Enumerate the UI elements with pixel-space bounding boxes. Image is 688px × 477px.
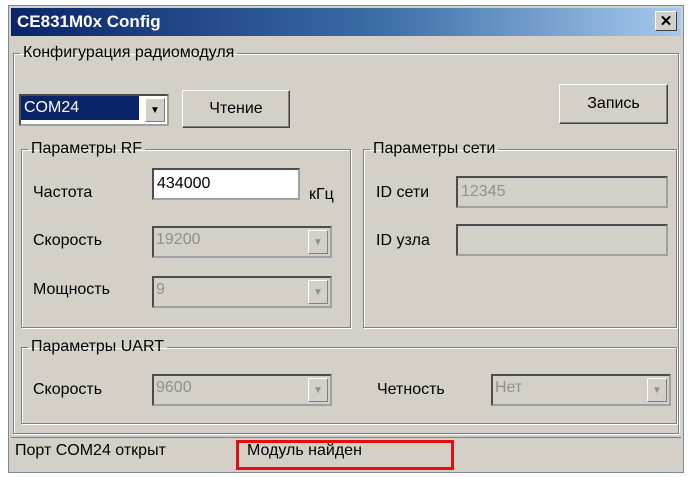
- rf-params-legend: Параметры RF: [31, 140, 143, 157]
- network-params-legend: Параметры сети: [373, 140, 496, 157]
- chevron-down-icon: ▼: [647, 378, 667, 402]
- title-bar[interactable]: CE831M0x Config ✕: [11, 8, 681, 36]
- uart-params-legend: Параметры UART: [31, 338, 164, 355]
- parity-select: Нет ▼: [491, 374, 671, 406]
- power-label: Мощность: [33, 281, 110, 298]
- node-id-label: ID узла: [376, 232, 430, 249]
- write-button[interactable]: Запись: [559, 84, 668, 124]
- chevron-down-icon[interactable]: ▼: [145, 98, 165, 122]
- rf-speed-select: 19200 ▼: [152, 226, 332, 258]
- node-id-input: [456, 224, 668, 256]
- chevron-down-icon: ▼: [308, 378, 328, 402]
- frequency-label: Частота: [33, 184, 93, 201]
- rf-speed-label: Скорость: [33, 232, 103, 249]
- radio-config-legend: Конфигурация радиомодуля: [23, 44, 235, 61]
- power-value: 9: [156, 281, 165, 298]
- uart-speed-label: Скорость: [33, 381, 103, 398]
- status-highlight-box: [236, 440, 454, 470]
- config-window: CE831M0x Config ✕ Конфигурация радиомоду…: [8, 5, 684, 473]
- chevron-down-icon: ▼: [308, 280, 328, 304]
- close-button[interactable]: ✕: [655, 11, 677, 31]
- chevron-down-icon: ▼: [308, 230, 328, 254]
- frequency-input[interactable]: [152, 168, 300, 200]
- status-bar: Порт COM24 открыт Модуль найден: [11, 437, 681, 470]
- uart-speed-value: 9600: [156, 379, 192, 396]
- uart-speed-select: 9600 ▼: [152, 374, 332, 406]
- frequency-unit: кГц: [309, 186, 334, 203]
- close-icon: ✕: [659, 12, 673, 30]
- rf-speed-value: 19200: [156, 231, 201, 248]
- read-button[interactable]: Чтение: [182, 90, 290, 128]
- power-select: 9 ▼: [152, 276, 332, 308]
- network-id-input: [456, 176, 668, 208]
- status-port: Порт COM24 открыт: [15, 442, 166, 459]
- network-id-label: ID сети: [376, 184, 430, 201]
- com-port-value: COM24: [21, 96, 139, 120]
- parity-value: Нет: [495, 379, 523, 396]
- parity-label: Четность: [377, 381, 445, 398]
- com-port-select[interactable]: COM24 ▼: [19, 94, 169, 126]
- window-title: CE831M0x Config: [17, 12, 161, 31]
